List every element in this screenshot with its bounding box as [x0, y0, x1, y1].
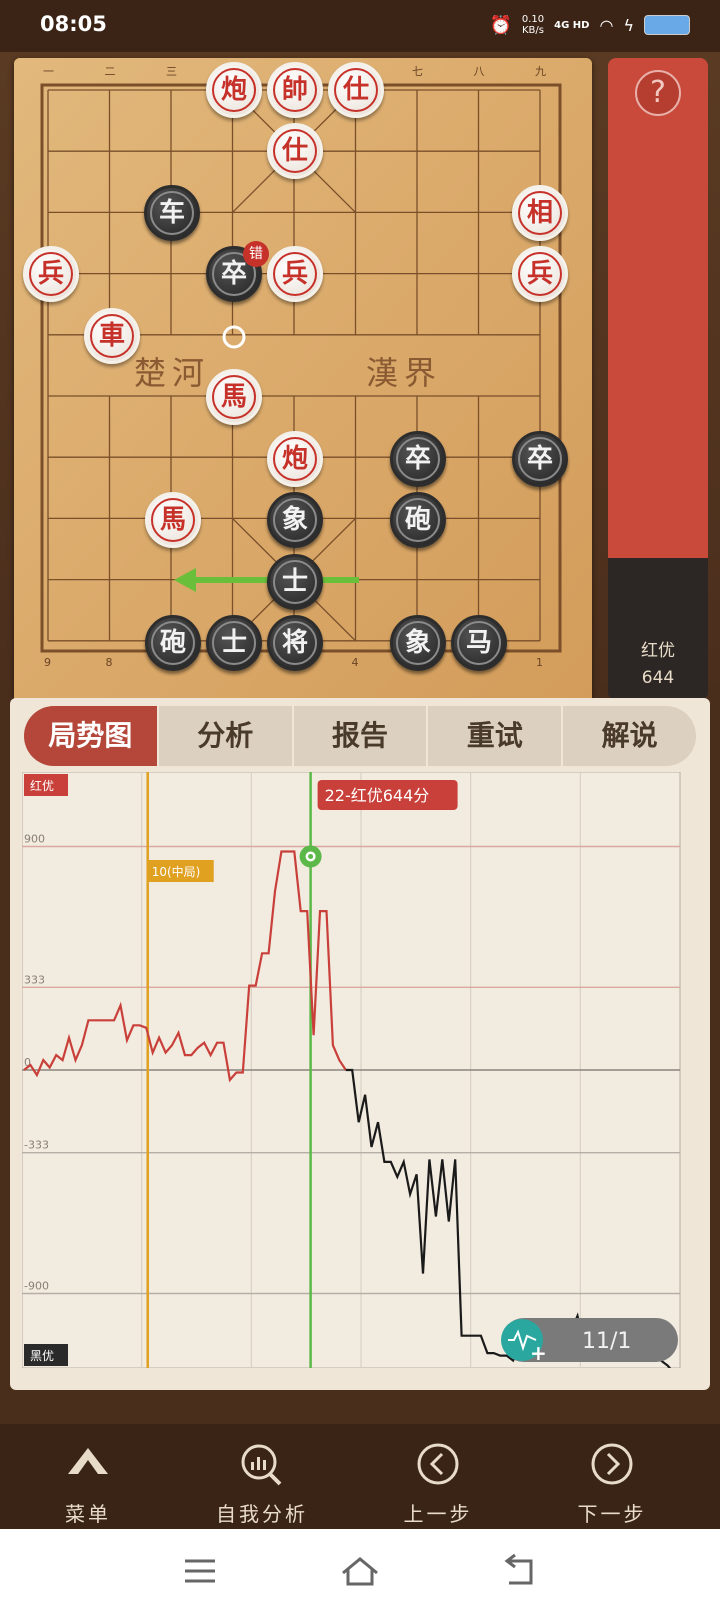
red-cannon-piece[interactable]: 炮	[206, 62, 262, 118]
black-chariot-piece[interactable]: 车	[144, 185, 200, 241]
alarm-icon: ⏰	[489, 14, 512, 36]
top-coordinate: 二	[105, 65, 116, 78]
black-elephant-piece[interactable]: 象	[267, 492, 323, 548]
marker-label: 22-红优644分	[325, 786, 430, 805]
top-coordinate: 九	[535, 65, 546, 78]
red-elephant-piece[interactable]: 相	[512, 185, 568, 241]
top-coordinate: 三	[166, 65, 177, 78]
recent-apps-icon[interactable]	[175, 1551, 225, 1591]
chevron-right-icon	[591, 1443, 633, 1485]
tab-analysis[interactable]: 分析	[159, 706, 294, 766]
status-icons: ⏰ 0.10 KB/s 4G HD ◠ ϟ	[489, 14, 690, 36]
tab-situation-chart[interactable]: 局势图	[24, 706, 159, 766]
black-general-piece[interactable]: 将	[267, 615, 323, 671]
red-horse-piece[interactable]: 馬	[145, 492, 201, 548]
help-button[interactable]: ?	[635, 70, 681, 116]
tab-commentary[interactable]: 解说	[563, 706, 696, 766]
phase-label: 10(中局)	[152, 864, 201, 879]
y-tick-label: 333	[24, 973, 45, 986]
home-icon[interactable]	[335, 1551, 385, 1591]
battery-icon	[644, 15, 690, 35]
black-soldier-piece[interactable]: 卒	[390, 431, 446, 487]
self-analysis-button[interactable]: 自我分析	[192, 1424, 332, 1529]
black-horse-piece[interactable]: 马	[451, 615, 507, 671]
chess-board[interactable]: 一二三四五六七八九987654321 楚河 漢界 炮帥仕仕车相兵卒兵兵車馬炮卒卒…	[14, 58, 592, 703]
red-cannon-piece[interactable]: 炮	[267, 431, 323, 487]
eval-bar-red	[608, 58, 708, 558]
red-general-piece[interactable]: 帥	[267, 62, 323, 118]
black-advisor-piece[interactable]: 士	[267, 554, 323, 610]
bottom-nav: 菜单 自我分析 上一步 下一步	[0, 1424, 720, 1529]
back-icon[interactable]	[495, 1551, 545, 1591]
top-coordinate: 一	[43, 65, 54, 78]
red-advisor-piece[interactable]: 仕	[267, 123, 323, 179]
charging-icon: ϟ	[623, 15, 634, 35]
analysis-magnifier-icon	[241, 1444, 282, 1486]
black-cannon-piece[interactable]: 砲	[390, 492, 446, 548]
red-soldier-piece[interactable]: 兵	[23, 246, 79, 302]
red-soldier-piece[interactable]: 兵	[512, 246, 568, 302]
river-right-text: 漢界	[366, 354, 443, 392]
y-tick-label: -900	[24, 1280, 49, 1293]
status-time: 08:05	[40, 12, 107, 36]
red-advisor-piece[interactable]: 仕	[328, 62, 384, 118]
eval-label: 红优 644	[641, 641, 675, 688]
bottom-coordinate: 8	[106, 656, 113, 669]
menu-button[interactable]: 菜单	[18, 1424, 158, 1529]
analysis-panel: 局势图 分析 报告 重试 解说 900 333 0 -333 -900 红优 黑优 22-红优…	[10, 698, 710, 1390]
top-coordinate: 八	[474, 65, 485, 78]
menu-icon	[68, 1448, 108, 1474]
eval-sidebar: ? 红优 644	[608, 58, 708, 700]
analysis-tabs: 局势图 分析 报告 重试 解说	[24, 706, 696, 766]
chevron-left-icon	[417, 1443, 459, 1485]
wifi-icon: ◠	[599, 15, 614, 35]
next-move-button[interactable]: 下一步	[542, 1424, 682, 1529]
pager-text: 11/1	[582, 1329, 631, 1354]
top-label: 红优	[30, 778, 54, 793]
tab-report[interactable]: 报告	[294, 706, 429, 766]
black-elephant-piece[interactable]: 象	[390, 615, 446, 671]
river-left-text: 楚河	[134, 354, 211, 392]
network-speed: 0.10 KB/s	[521, 14, 545, 36]
system-nav-bar	[0, 1529, 720, 1612]
error-badge: 错	[243, 241, 269, 267]
y-tick-label: -333	[24, 1139, 49, 1152]
red-soldier-piece[interactable]: 兵	[267, 246, 323, 302]
red-horse-piece[interactable]: 馬	[206, 369, 262, 425]
black-soldier-piece[interactable]: 卒	[512, 431, 568, 487]
previous-move-button[interactable]: 上一步	[368, 1424, 508, 1529]
bottom-coordinate: 9	[44, 656, 51, 669]
svg-text:+: +	[530, 1341, 547, 1365]
black-cannon-piece[interactable]: 砲	[145, 615, 201, 671]
network-type: 4G HD	[554, 19, 590, 31]
black-advisor-piece[interactable]: 士	[206, 615, 262, 671]
status-bar: 08:05 ⏰ 0.10 KB/s 4G HD ◠ ϟ	[0, 0, 720, 52]
bottom-coordinate: 1	[536, 656, 543, 669]
evaluation-chart[interactable]: 9003330-333-900红优黑优22-红优644分10(中局)+ 11/1	[22, 772, 688, 1368]
top-coordinate: 七	[412, 65, 423, 78]
bottom-coordinate: 4	[352, 656, 359, 669]
bottom-label: 黑优	[30, 1349, 54, 1363]
tab-retry[interactable]: 重试	[428, 706, 564, 766]
red-chariot-piece[interactable]: 車	[84, 308, 140, 364]
y-tick-label: 900	[24, 833, 45, 846]
